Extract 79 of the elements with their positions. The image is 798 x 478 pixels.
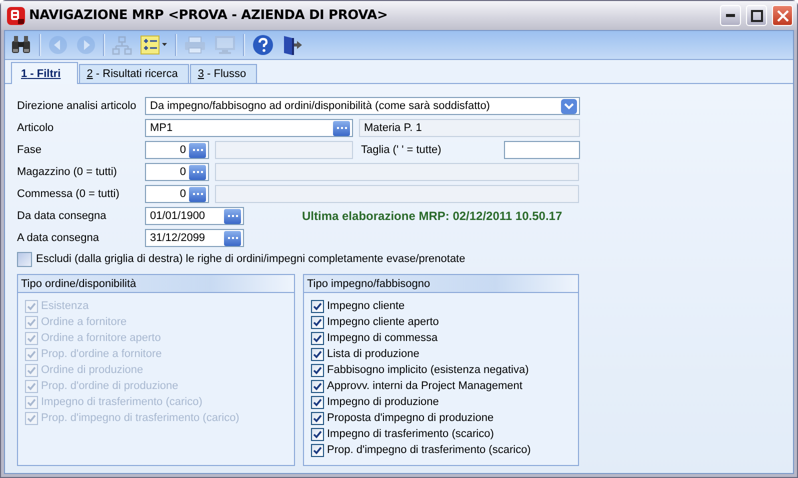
checkbox[interactable] [311, 316, 324, 328]
field-label: Fase [17, 144, 42, 156]
toolbar-button[interactable] [9, 35, 33, 55]
ellipsis-button[interactable] [189, 142, 206, 158]
hierarchy-icon [112, 35, 132, 55]
close-button[interactable] [772, 5, 793, 26]
checkbox[interactable] [311, 300, 324, 312]
close-icon [776, 10, 788, 22]
checkbox-label: Escludi (dalla griglia di destra) le righe di ordini/impegni completamente evase/prenotate [36, 253, 466, 265]
date-field[interactable]: 31/12/2099 [145, 229, 244, 247]
app-logo-icon [7, 6, 25, 24]
binoculars-icon [10, 35, 32, 55]
checkbox-label: Impegno di trasferimento (carico) [41, 396, 202, 408]
field-label: Taglia (' ' = tutte) [361, 144, 442, 156]
tab[interactable]: 1 - Filtri [11, 62, 78, 84]
checkbox-label: Lista di produzione [327, 348, 420, 360]
last-run-text: Ultima elaborazione MRP: 02/12/2011 10.50.17 [302, 209, 562, 223]
help-icon [252, 34, 274, 56]
number-field[interactable]: 0 [145, 141, 209, 159]
checkbox[interactable] [311, 428, 324, 440]
maximize-icon [750, 10, 762, 22]
checkbox[interactable] [311, 412, 324, 424]
ellipsis-button[interactable] [224, 230, 241, 246]
group-title: Tipo impegno/fabbisogno [304, 275, 578, 293]
field-label: Direzione analisi articolo [17, 100, 138, 112]
checkbox-label: Impegno di commessa [327, 332, 438, 344]
checkbox[interactable] [311, 444, 324, 456]
checkbox-label: Approvv. interni da Project Management [327, 380, 522, 392]
description-field: Materia P. 1 [359, 119, 580, 137]
checkbox-label: Ordine di produzione [41, 364, 144, 376]
checkbox-label: Impegno cliente [327, 300, 405, 312]
checkbox[interactable] [17, 252, 32, 266]
field-label: Magazzino (0 = tutti) [17, 166, 118, 178]
checkbox-label: Prop. d'impegno di trasferimento (scarico) [327, 444, 531, 456]
checkbox-label: Fabbisogno implicito (esistenza negativa) [327, 364, 529, 376]
maximize-button[interactable] [746, 5, 767, 26]
ellipsis-button[interactable] [189, 164, 206, 180]
list-icon [140, 35, 168, 55]
ellipsis-button[interactable] [224, 208, 241, 224]
checkbox-label: Ordine a fornitore [41, 316, 127, 328]
toolbar-button[interactable] [139, 35, 169, 55]
forward-icon [76, 35, 96, 55]
window-title: NAVIGAZIONE MRP <PROVA - AZIENDA DI PROVA> [29, 8, 389, 23]
field-label: Da data consegna [17, 210, 108, 222]
minimize-icon [726, 14, 735, 17]
checkbox-label: Impegno di produzione [327, 396, 439, 408]
checkbox[interactable] [311, 396, 324, 408]
checkbox[interactable] [311, 348, 324, 360]
checkbox-label: Prop. d'impegno di trasferimento (carico) [41, 412, 240, 424]
checkbox-label: Proposta d'impegno di produzione [327, 412, 494, 424]
checkbox[interactable] [311, 332, 324, 344]
size-field[interactable] [504, 141, 580, 159]
field-label: Commessa (0 = tutti) [17, 188, 120, 200]
toolbar-button[interactable] [251, 34, 275, 56]
exit-door-icon [282, 34, 304, 56]
tab[interactable]: 2 - Risultati ricerca [78, 64, 189, 83]
checkbox-label: Prop. d'ordine a fornitore [41, 348, 162, 360]
back-icon [48, 35, 68, 55]
article-field[interactable]: MP1 [145, 119, 353, 137]
field-label: Articolo [17, 122, 55, 134]
checkbox[interactable] [311, 364, 324, 376]
ellipsis-button[interactable] [189, 186, 206, 202]
checkbox-label: Impegno cliente aperto [327, 316, 439, 328]
checkbox[interactable] [311, 380, 324, 392]
minimize-button[interactable] [720, 5, 741, 26]
printer-icon [184, 35, 206, 55]
monitor-icon [214, 35, 236, 55]
tab[interactable]: 3 - Flusso [190, 64, 258, 83]
date-field[interactable]: 01/01/1900 [145, 207, 244, 225]
dropdown-field[interactable]: Da impegno/fabbisogno ad ordini/disponibilità (come sarà soddisfatto) [145, 97, 580, 115]
ellipsis-button[interactable] [333, 120, 350, 136]
number-field[interactable]: 0 [145, 185, 209, 203]
checkbox-label: Prop. d'ordine di produzione [41, 380, 178, 392]
checkbox-label: Ordine a fornitore aperto [41, 332, 161, 344]
checkbox-label: Esistenza [41, 300, 89, 312]
group-title: Tipo ordine/disponibilità [18, 275, 294, 293]
number-field[interactable]: 0 [145, 163, 209, 181]
field-label: A data consegna [17, 232, 100, 244]
checkbox-label: Impegno di trasferimento (scarico) [327, 428, 494, 440]
